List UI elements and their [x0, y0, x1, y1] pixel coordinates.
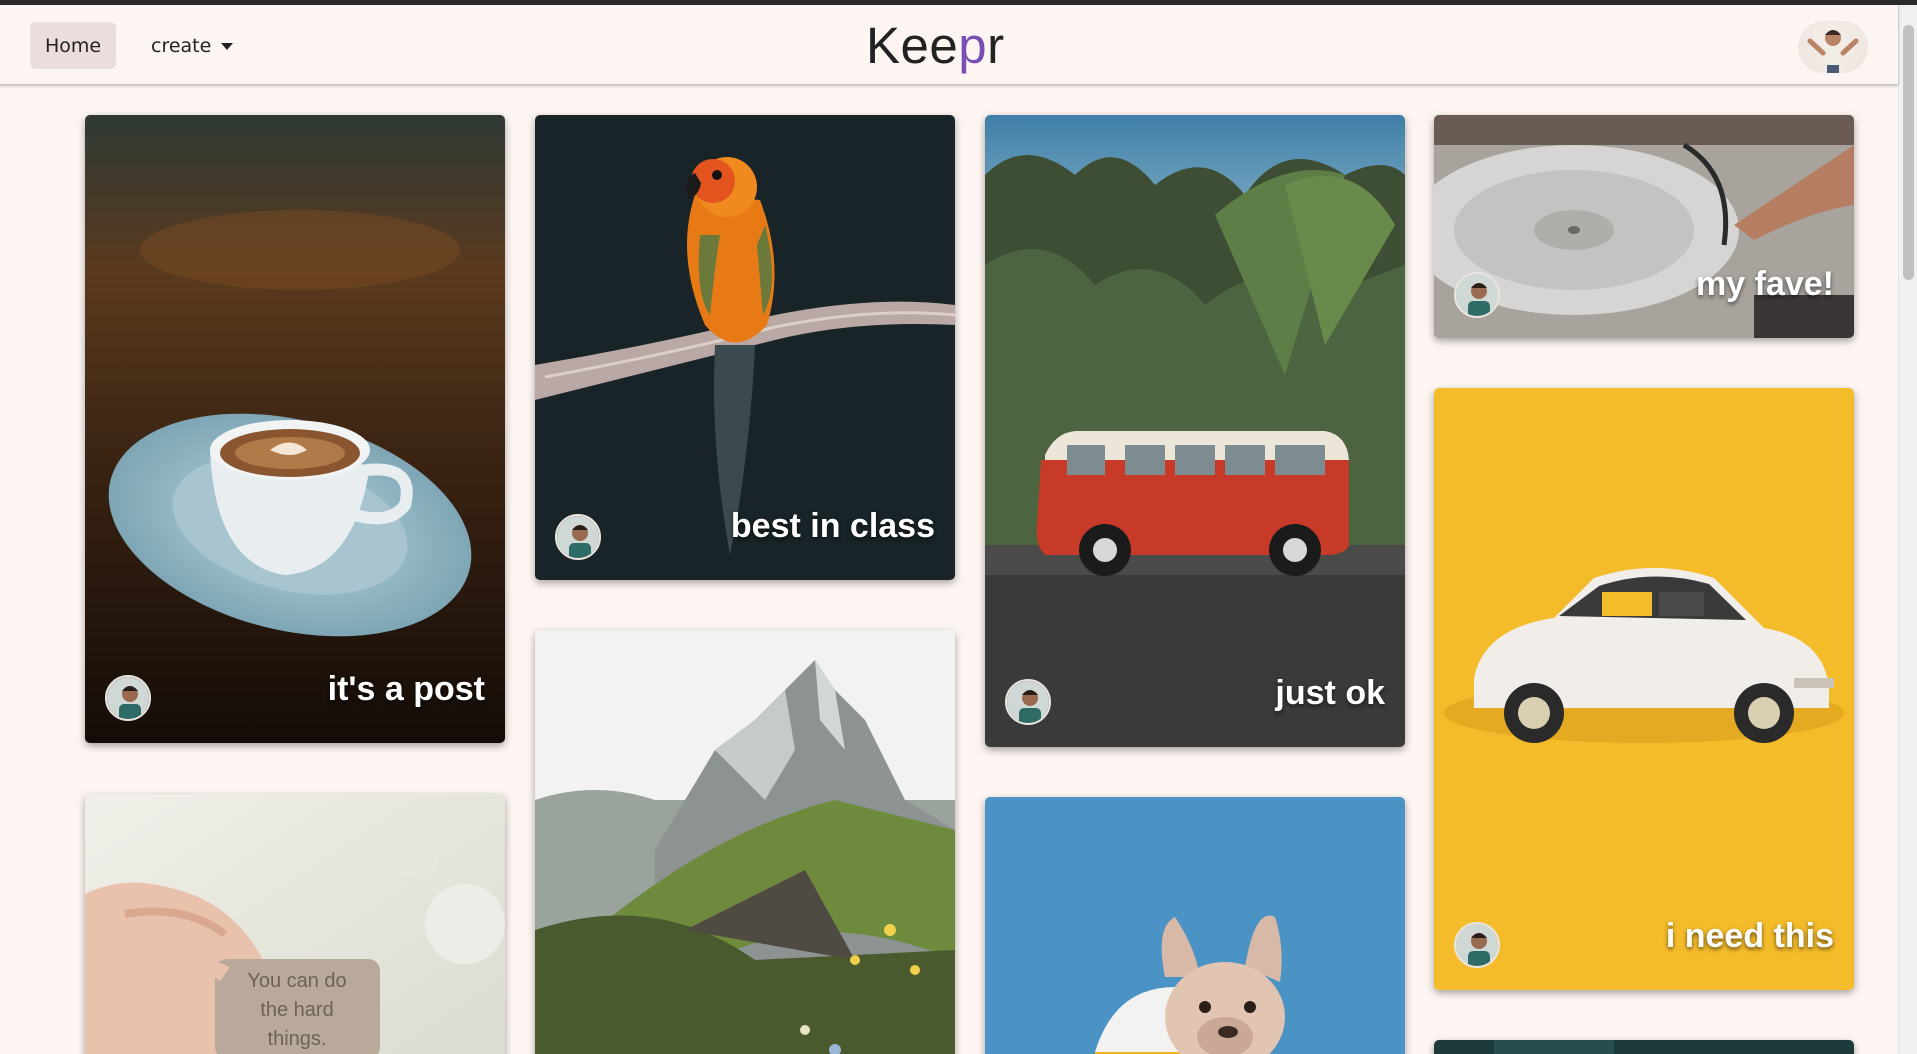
- brand-logo[interactable]: Kee p r: [866, 13, 1005, 77]
- creator-avatar[interactable]: [1005, 679, 1051, 725]
- keep-card-coffee[interactable]: it's a post: [85, 115, 505, 743]
- home-nav-button[interactable]: Home: [30, 22, 116, 69]
- keep-title: just ok: [1275, 674, 1385, 712]
- van-image: [985, 115, 1405, 747]
- page-scrollbar[interactable]: [1898, 5, 1917, 1054]
- creator-avatar[interactable]: [1454, 922, 1500, 968]
- creator-avatar[interactable]: [105, 675, 151, 721]
- partial-image: [1434, 1040, 1854, 1054]
- create-dropdown-button[interactable]: create: [151, 22, 234, 69]
- scrollbar-thumb[interactable]: [1903, 25, 1914, 280]
- keep-title: it's a post: [327, 670, 485, 708]
- stone-image: You can do the hard things.: [85, 794, 505, 1054]
- creator-avatar[interactable]: [1454, 272, 1500, 318]
- keep-card-stone[interactable]: You can do the hard things.: [85, 794, 505, 1054]
- keep-title: my fave!: [1696, 265, 1834, 303]
- user-avatar-image: [1807, 30, 1859, 73]
- keep-card-van[interactable]: just ok: [985, 115, 1405, 747]
- stone-line-1: You can do: [247, 970, 346, 992]
- brand-prefix: Kee: [866, 16, 959, 74]
- keep-card-dog[interactable]: [985, 797, 1405, 1054]
- stone-line-2: the hard: [260, 999, 333, 1021]
- chevron-down-icon: [221, 43, 234, 50]
- brand-accent: p: [958, 16, 988, 74]
- keep-title: best in class: [730, 507, 935, 545]
- navbar: Home create Kee p r: [0, 5, 1898, 85]
- keep-card-record[interactable]: my fave!: [1434, 115, 1854, 338]
- stone-line-3: things.: [268, 1028, 327, 1050]
- keep-card-car[interactable]: i need this: [1434, 388, 1854, 990]
- user-avatar[interactable]: [1798, 21, 1868, 73]
- create-label: create: [151, 34, 212, 57]
- mountain-image: [535, 630, 955, 1054]
- keep-card-mountain[interactable]: [535, 630, 955, 1054]
- creator-avatar[interactable]: [555, 514, 601, 560]
- keep-card-partial[interactable]: [1434, 1040, 1854, 1054]
- car-image: [1434, 388, 1854, 990]
- keep-card-parrot[interactable]: best in class: [535, 115, 955, 580]
- coffee-image: [85, 115, 505, 743]
- brand-suffix: r: [987, 16, 1005, 74]
- dog-image: [985, 797, 1405, 1054]
- keep-title: i need this: [1665, 917, 1834, 955]
